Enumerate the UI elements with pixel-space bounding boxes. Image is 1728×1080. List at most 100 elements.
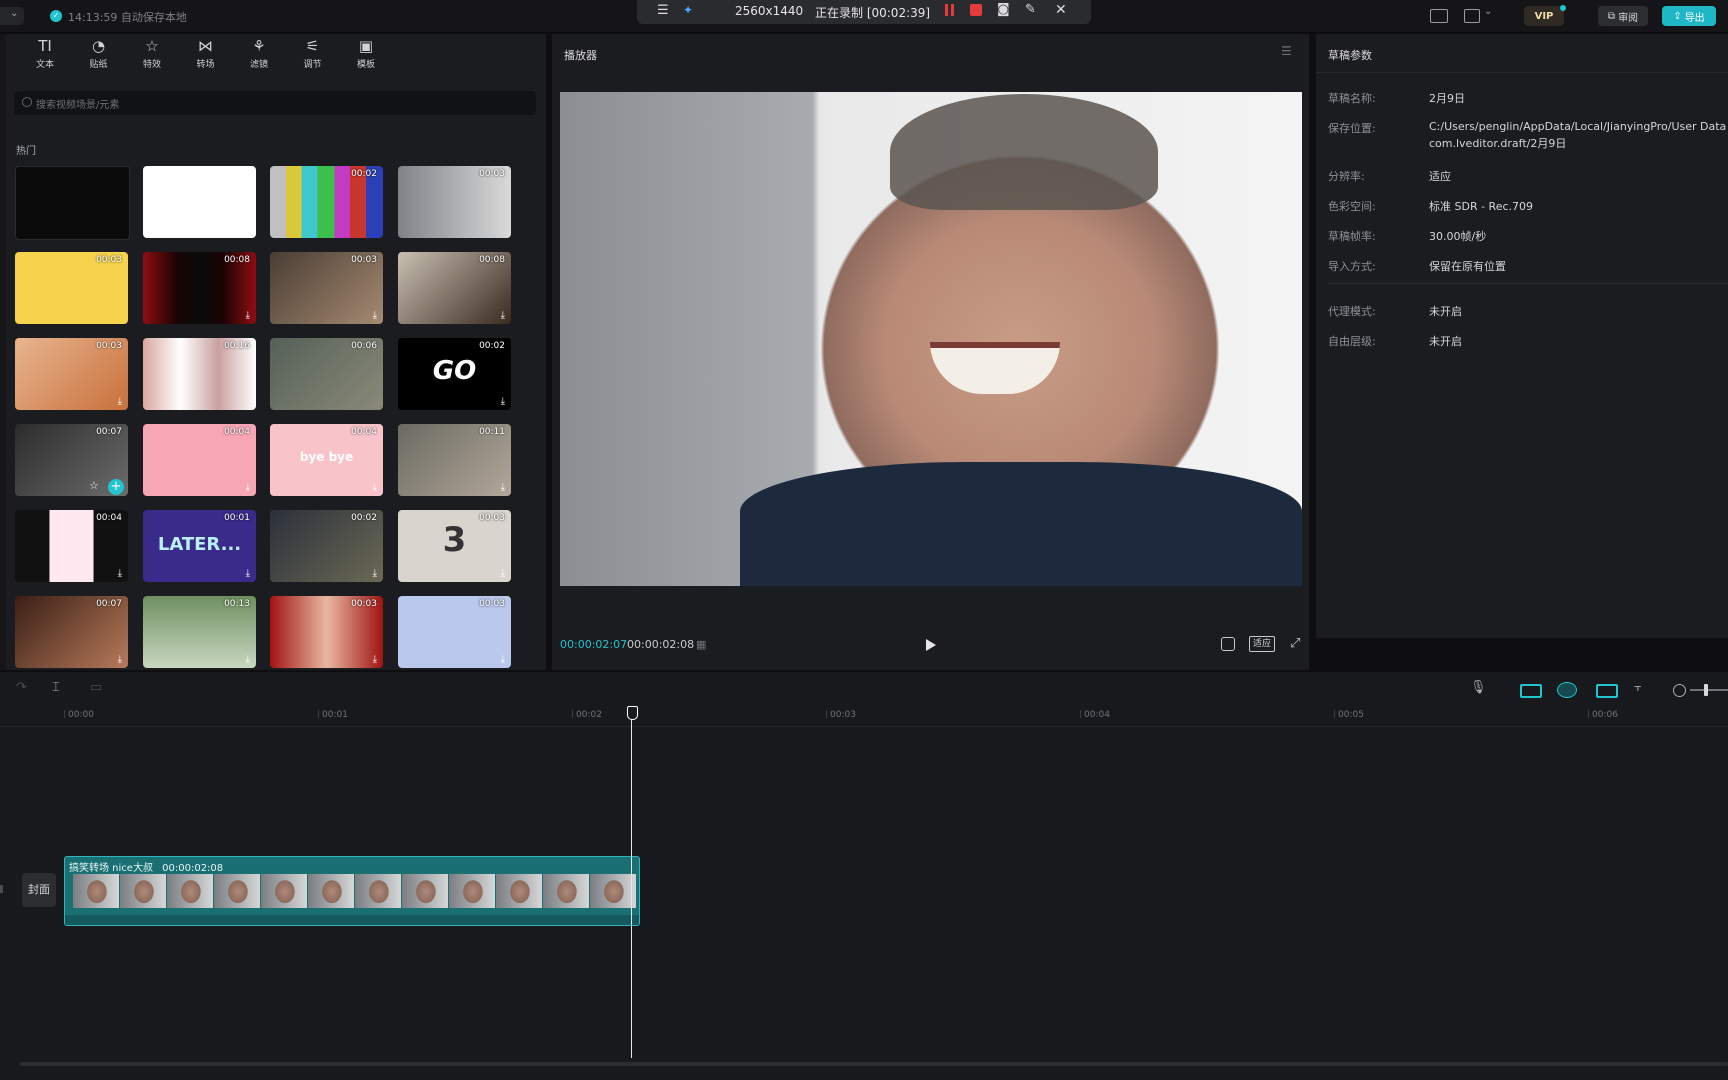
material-thumb[interactable]: bye bye 00:04 ⤓ bbox=[270, 424, 383, 496]
tool-2[interactable]: ◔ 贴纸 bbox=[75, 36, 123, 72]
search-bar[interactable]: 搜索视频场景/元素 bbox=[14, 91, 536, 115]
layout-chevron-icon[interactable]: ⌄ bbox=[1484, 6, 1492, 17]
playhead[interactable] bbox=[627, 706, 638, 1058]
clip-frame bbox=[543, 874, 589, 908]
thumb-duration: 00:03 bbox=[479, 599, 505, 609]
fullscreen-icon[interactable]: ⤢ bbox=[1290, 636, 1300, 651]
pin-icon[interactable]: ✦ bbox=[683, 3, 693, 17]
zoom-out-icon[interactable] bbox=[1673, 684, 1686, 697]
material-thumb[interactable]: GO 00:02 ⤓ bbox=[398, 338, 511, 410]
tool-label: 模板 bbox=[356, 60, 375, 70]
material-thumb[interactable] bbox=[143, 166, 256, 238]
redo-icon[interactable]: ↷ bbox=[16, 680, 27, 695]
material-thumb[interactable]: 00:03 bbox=[398, 166, 511, 238]
download-icon[interactable]: ⤓ bbox=[373, 483, 377, 493]
material-thumb[interactable]: 00:08 ⤓ bbox=[398, 252, 511, 324]
delete-icon[interactable]: ▭ bbox=[90, 680, 102, 695]
menu-button[interactable]: ⌄ bbox=[0, 7, 24, 25]
smile-shape bbox=[930, 342, 1060, 394]
download-icon[interactable]: ⤓ bbox=[373, 311, 377, 321]
timecode-grid-icon[interactable]: ▦ bbox=[696, 638, 706, 651]
material-thumb[interactable]: 00:03 ⤓ bbox=[15, 338, 128, 410]
material-thumb[interactable]: 00:11 ⤓ bbox=[398, 424, 511, 496]
thumb-duration: 00:08 bbox=[224, 255, 250, 265]
prop-label: 导入方式: bbox=[1328, 260, 1376, 273]
layout-icon[interactable] bbox=[1464, 9, 1480, 23]
download-icon[interactable]: ⤓ bbox=[501, 655, 505, 665]
download-icon[interactable]: ⤓ bbox=[373, 655, 377, 665]
video-clip[interactable]: 搞笑转场 nice大叔 00:00:02:08 bbox=[64, 856, 640, 926]
player-menu-icon[interactable]: ☰ bbox=[1281, 44, 1292, 58]
material-thumb[interactable]: 00:07 ⤓ bbox=[15, 596, 128, 668]
download-icon[interactable]: ⤓ bbox=[246, 483, 250, 493]
material-thumb[interactable]: 00:03 ⤓ bbox=[270, 596, 383, 668]
thumb-duration: 00:03 bbox=[351, 599, 377, 609]
auto-snap-icon[interactable] bbox=[1557, 682, 1577, 698]
tool-4[interactable]: ⋈ 转场 bbox=[182, 36, 230, 72]
recorder-menu-icon[interactable]: ☰ bbox=[657, 3, 669, 18]
fit-button[interactable]: 适应 bbox=[1249, 636, 1276, 652]
close-icon[interactable]: ✕ bbox=[1055, 2, 1067, 18]
download-icon[interactable]: ⤓ bbox=[246, 569, 250, 579]
material-thumb[interactable]: 00:08 ⤓ bbox=[143, 252, 256, 324]
ruler-label: 00:01 bbox=[322, 710, 348, 720]
pen-icon[interactable]: ✎ bbox=[1025, 2, 1036, 17]
play-icon[interactable] bbox=[926, 639, 936, 651]
download-icon[interactable]: ⤓ bbox=[246, 655, 250, 665]
preview-axis-icon[interactable]: ⫟ bbox=[1634, 680, 1642, 695]
cover-button[interactable]: 封面 bbox=[22, 873, 56, 907]
zoom-slider-handle[interactable] bbox=[1704, 684, 1708, 696]
download-icon[interactable]: ⤓ bbox=[501, 311, 505, 321]
linkage-icon[interactable] bbox=[1596, 684, 1618, 698]
favorite-star-icon[interactable]: ☆ bbox=[89, 479, 99, 492]
material-thumb[interactable]: 00:03 ⤓ bbox=[270, 252, 383, 324]
snapshot-icon[interactable] bbox=[1221, 637, 1235, 651]
timeline-scrollbar[interactable] bbox=[20, 1062, 1728, 1066]
thumb-duration: 00:04 bbox=[224, 427, 250, 437]
material-thumb[interactable]: 00:02 ⤓ bbox=[270, 510, 383, 582]
timeline-ruler[interactable]: 00:00 00:01 00:02 00:03 00:04 00:05 00:06 bbox=[0, 704, 1728, 727]
material-thumb[interactable]: 00:04 ⤓ bbox=[143, 424, 256, 496]
playhead-handle[interactable] bbox=[627, 706, 638, 720]
clip-frame bbox=[308, 874, 354, 908]
split-icon[interactable]: ⌶ bbox=[52, 680, 60, 695]
shortcut-icon[interactable] bbox=[1430, 9, 1448, 23]
tool-6[interactable]: ⚟ 调节 bbox=[289, 36, 337, 72]
review-button[interactable]: ⧉ 审阅 bbox=[1598, 6, 1648, 26]
tool-5[interactable]: ⚘ 滤镜 bbox=[235, 36, 283, 72]
export-button[interactable]: ⇪ 导出 bbox=[1662, 6, 1716, 26]
microphone-icon[interactable]: 🎙 bbox=[1470, 680, 1487, 695]
thumb-duration: 00:02 bbox=[351, 513, 377, 523]
zoom-slider[interactable] bbox=[1690, 684, 1728, 696]
material-thumb[interactable]: LATER... 00:01 ⤓ bbox=[143, 510, 256, 582]
download-icon[interactable]: ⤓ bbox=[501, 569, 505, 579]
download-icon[interactable]: ⤓ bbox=[118, 569, 122, 579]
material-thumb[interactable]: 00:16 bbox=[143, 338, 256, 410]
tool-3[interactable]: ☆ 特效 bbox=[128, 36, 176, 72]
download-icon[interactable]: ⤓ bbox=[118, 397, 122, 407]
material-thumb[interactable]: 00:04 ⤓ bbox=[15, 510, 128, 582]
tool-7[interactable]: ▣ 模板 bbox=[342, 36, 390, 72]
download-icon[interactable]: ⤓ bbox=[501, 397, 505, 407]
stop-icon[interactable] bbox=[970, 4, 982, 16]
download-icon[interactable]: ⤓ bbox=[501, 483, 505, 493]
download-icon[interactable]: ⤓ bbox=[373, 569, 377, 579]
material-thumb[interactable]: 00:13 ⤓ bbox=[143, 596, 256, 668]
material-thumb[interactable]: 00:03 ⤓ bbox=[398, 596, 511, 668]
material-thumb[interactable]: 3 00:03 ⤓ bbox=[398, 510, 511, 582]
camera-icon[interactable]: ◙ bbox=[997, 2, 1010, 17]
material-thumb[interactable]: 00:02 bbox=[270, 166, 383, 238]
vip-button[interactable]: VIP bbox=[1524, 6, 1564, 26]
material-thumb[interactable]: 00:03 bbox=[15, 252, 128, 324]
download-icon[interactable]: ⤓ bbox=[246, 311, 250, 321]
tool-1[interactable]: TI 文本 bbox=[21, 36, 69, 72]
clip-frame bbox=[73, 874, 119, 908]
download-icon[interactable]: ⤓ bbox=[118, 655, 122, 665]
pause-icon[interactable] bbox=[945, 4, 954, 16]
tool-label: 滤镜 bbox=[249, 60, 268, 70]
material-thumb[interactable] bbox=[15, 166, 130, 240]
material-thumb[interactable]: 00:06 bbox=[270, 338, 383, 410]
main-track-magnet-icon[interactable] bbox=[1520, 684, 1542, 698]
add-to-track-icon[interactable]: + bbox=[108, 479, 124, 495]
preview-video[interactable] bbox=[560, 92, 1302, 586]
